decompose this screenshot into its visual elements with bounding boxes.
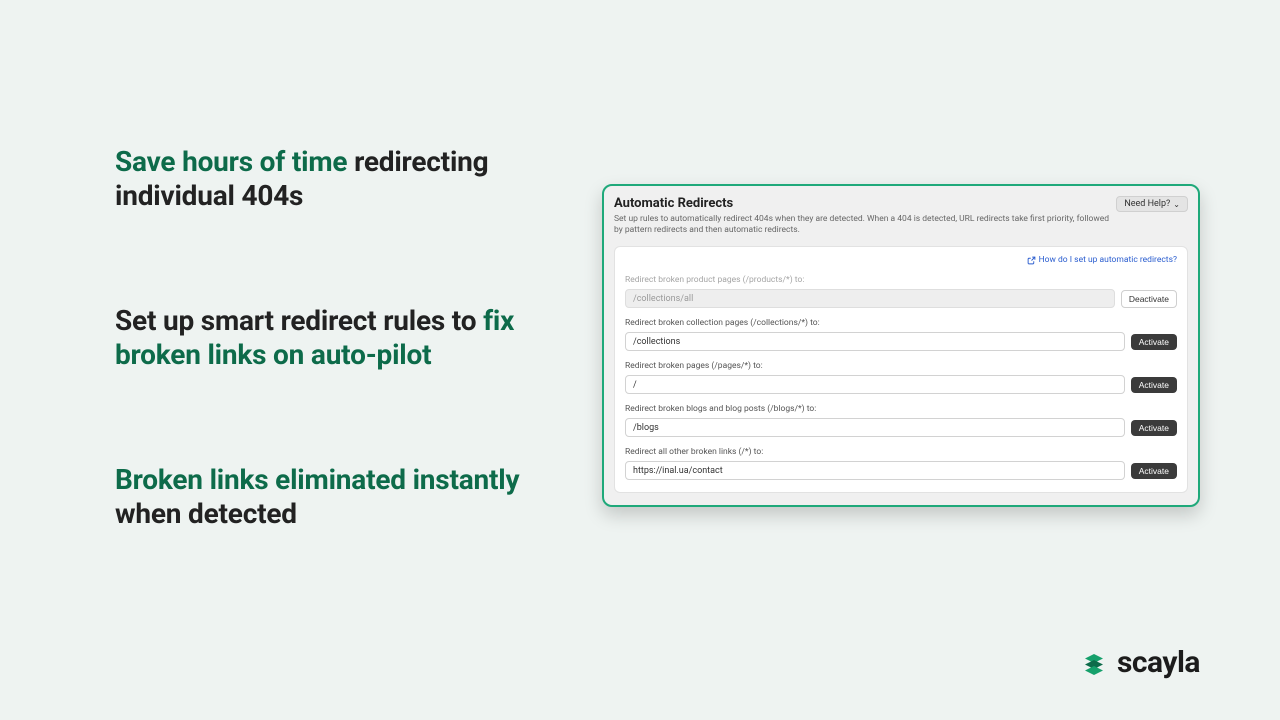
- help-link[interactable]: How do I set up automatic redirects?: [625, 255, 1177, 265]
- marketing-block-2: Set up smart redirect rules to fix broke…: [115, 304, 545, 372]
- rule-label: Redirect broken blogs and blog posts (/b…: [625, 404, 1177, 414]
- redirect-rule-blogs: Redirect broken blogs and blog posts (/b…: [625, 404, 1177, 437]
- deactivate-button[interactable]: Deactivate: [1121, 290, 1177, 308]
- rule-input-pages[interactable]: /: [625, 375, 1125, 394]
- marketing-lead: Set up smart redirect rules to: [115, 304, 483, 337]
- marketing-block-3: Broken links eliminated instantly when d…: [115, 463, 545, 531]
- redirect-rule-pages: Redirect broken pages (/pages/*) to: / A…: [625, 361, 1177, 394]
- redirect-rule-collections: Redirect broken collection pages (/colle…: [625, 318, 1177, 351]
- rule-input-collections[interactable]: /collections: [625, 332, 1125, 351]
- marketing-rest: when detected: [115, 497, 297, 530]
- card-subtitle: Set up rules to automatically redirect 4…: [614, 214, 1114, 236]
- automatic-redirects-card: Automatic Redirects Set up rules to auto…: [602, 184, 1200, 507]
- brand-mark-icon: [1079, 648, 1109, 678]
- activate-button[interactable]: Activate: [1131, 334, 1177, 350]
- marketing-heading-3: Broken links eliminated instantly when d…: [115, 463, 545, 531]
- rule-input-all-other[interactable]: https://inal.ua/contact: [625, 461, 1125, 480]
- activate-button[interactable]: Activate: [1131, 377, 1177, 393]
- rule-label: Redirect broken collection pages (/colle…: [625, 318, 1177, 328]
- rule-input-products[interactable]: /collections/all: [625, 289, 1115, 308]
- rule-row: /blogs Activate: [625, 418, 1177, 437]
- redirect-rule-all-other: Redirect all other broken links (/*) to:…: [625, 447, 1177, 480]
- marketing-highlight: Save hours of time: [115, 145, 347, 178]
- marketing-block-1: Save hours of time redirecting individua…: [115, 145, 545, 213]
- brand-name: scayla: [1117, 645, 1200, 680]
- activate-button[interactable]: Activate: [1131, 420, 1177, 436]
- rule-row: https://inal.ua/contact Activate: [625, 461, 1177, 480]
- rule-label: Redirect broken pages (/pages/*) to:: [625, 361, 1177, 371]
- help-link-text: How do I set up automatic redirects?: [1039, 255, 1177, 265]
- card-header: Automatic Redirects Set up rules to auto…: [614, 196, 1188, 236]
- external-link-icon: [1027, 256, 1036, 265]
- card-title: Automatic Redirects: [614, 196, 1114, 211]
- rule-row: /collections Activate: [625, 332, 1177, 351]
- marketing-highlight: Broken links eliminated instantly: [115, 463, 519, 496]
- rule-input-blogs[interactable]: /blogs: [625, 418, 1125, 437]
- rules-panel: How do I set up automatic redirects? Red…: [614, 246, 1188, 493]
- need-help-button[interactable]: Need Help? ⌄: [1116, 196, 1188, 212]
- redirect-rule-products: Redirect broken product pages (/products…: [625, 275, 1177, 308]
- rule-label: Redirect broken product pages (/products…: [625, 275, 1177, 285]
- card-header-text: Automatic Redirects Set up rules to auto…: [614, 196, 1114, 236]
- activate-button[interactable]: Activate: [1131, 463, 1177, 479]
- chevron-down-icon: ⌄: [1173, 200, 1180, 209]
- brand-logo: scayla: [1079, 645, 1200, 680]
- rule-row: /collections/all Deactivate: [625, 289, 1177, 308]
- need-help-label: Need Help?: [1124, 199, 1170, 209]
- marketing-heading-1: Save hours of time redirecting individua…: [115, 145, 545, 213]
- marketing-heading-2: Set up smart redirect rules to fix broke…: [115, 304, 545, 372]
- rule-row: / Activate: [625, 375, 1177, 394]
- rule-label: Redirect all other broken links (/*) to:: [625, 447, 1177, 457]
